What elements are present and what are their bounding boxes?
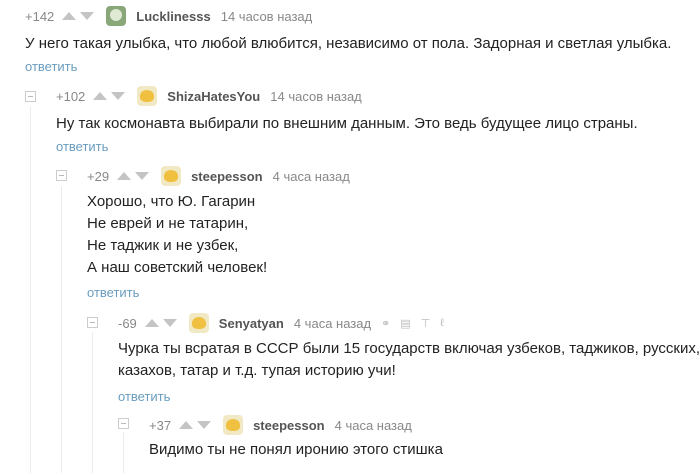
timestamp[interactable]: 4 часа назад xyxy=(294,316,371,331)
author-name[interactable]: steepesson xyxy=(253,418,325,433)
avatar[interactable] xyxy=(106,6,127,26)
comment-line: Чурка ты всратая в СССР были 15 государс… xyxy=(118,340,700,357)
collapse-toggle[interactable] xyxy=(87,317,98,328)
avatar[interactable] xyxy=(161,166,182,186)
reply-link[interactable]: ответить xyxy=(56,139,108,154)
comment-line: казахов, татар и т.д. тупая историю учи! xyxy=(118,362,396,379)
comment-header: +37 steepesson 4 часа назад xyxy=(149,413,412,437)
collapse-toggle[interactable] xyxy=(25,91,36,102)
comment-text: Видимо ты не понял иронию этого стишка xyxy=(149,439,443,461)
comment-text: Хорошо, что Ю. Гагарин Не еврей и не тат… xyxy=(87,191,267,279)
author-name[interactable]: Lucklinesss xyxy=(136,9,210,24)
rating: +37 xyxy=(149,417,172,433)
comment-tools: ⚭ ▤ ⊤ ℓ xyxy=(381,317,454,330)
reply-link[interactable]: ответить xyxy=(25,59,77,74)
comment-line: Хорошо, что Ю. Гагарин xyxy=(87,193,256,210)
upvote-icon[interactable] xyxy=(179,421,194,429)
upvote-icon[interactable] xyxy=(93,92,108,100)
upvote-icon[interactable] xyxy=(62,12,77,20)
link-icon[interactable]: ⚭ xyxy=(381,317,390,330)
comment-line: Не таджик и не узбек, xyxy=(87,237,239,254)
comment-header: -69 Senyatyan 4 часа назад ⚭ ▤ ⊤ ℓ xyxy=(118,311,454,335)
downvote-icon[interactable] xyxy=(111,92,126,100)
comment-line: У него такая улыбка, что любой влюбится,… xyxy=(25,35,672,52)
collapse-toggle[interactable] xyxy=(118,418,129,429)
thread-line xyxy=(61,186,62,473)
save-icon[interactable]: ▤ xyxy=(400,317,410,330)
comment-text: Ну так космонавта выбирали по внешним да… xyxy=(56,113,638,135)
collapse-toggle[interactable] xyxy=(56,170,67,181)
comment-header: +142 Lucklinesss 14 часов назад xyxy=(25,4,312,28)
thread-line xyxy=(123,432,124,473)
thread-line xyxy=(30,106,31,473)
avatar[interactable] xyxy=(137,86,158,106)
upvote-icon[interactable] xyxy=(144,319,159,327)
timestamp[interactable]: 14 часов назад xyxy=(221,9,313,24)
pin-top-icon[interactable]: ⊤ xyxy=(421,317,431,330)
comment-header: +29 steepesson 4 часа назад xyxy=(87,164,350,188)
comment-line: А наш советский человек! xyxy=(87,259,268,276)
downvote-icon[interactable] xyxy=(162,319,177,327)
reply-link[interactable]: ответить xyxy=(118,389,170,404)
comment-line: Не еврей и не татарин, xyxy=(87,215,249,232)
timestamp[interactable]: 4 часа назад xyxy=(335,418,412,433)
comment-header: +102 ShizaHatesYou 14 часов назад xyxy=(56,84,362,108)
downvote-icon[interactable] xyxy=(135,172,150,180)
font-icon[interactable]: ℓ xyxy=(440,317,444,329)
rating: +102 xyxy=(56,88,86,104)
rating: +29 xyxy=(87,168,110,184)
author-name[interactable]: steepesson xyxy=(191,169,263,184)
comment-text: Чурка ты всратая в СССР были 15 государс… xyxy=(118,338,700,382)
timestamp[interactable]: 4 часа назад xyxy=(273,169,350,184)
avatar[interactable] xyxy=(188,313,209,333)
author-name[interactable]: ShizaHatesYou xyxy=(167,89,260,104)
reply-link[interactable]: ответить xyxy=(87,285,139,300)
comment-line: Ну так космонавта выбирали по внешним да… xyxy=(56,115,638,132)
thread-line xyxy=(92,332,93,473)
rating: +142 xyxy=(25,8,55,24)
upvote-icon[interactable] xyxy=(117,172,132,180)
timestamp[interactable]: 14 часов назад xyxy=(270,89,362,104)
comment-line: Видимо ты не понял иронию этого стишка xyxy=(149,441,443,458)
rating: -69 xyxy=(118,315,137,331)
avatar[interactable] xyxy=(223,415,244,435)
author-name[interactable]: Senyatyan xyxy=(219,316,284,331)
downvote-icon[interactable] xyxy=(197,421,212,429)
downvote-icon[interactable] xyxy=(80,12,95,20)
comment-text: У него такая улыбка, что любой влюбится,… xyxy=(25,33,671,55)
